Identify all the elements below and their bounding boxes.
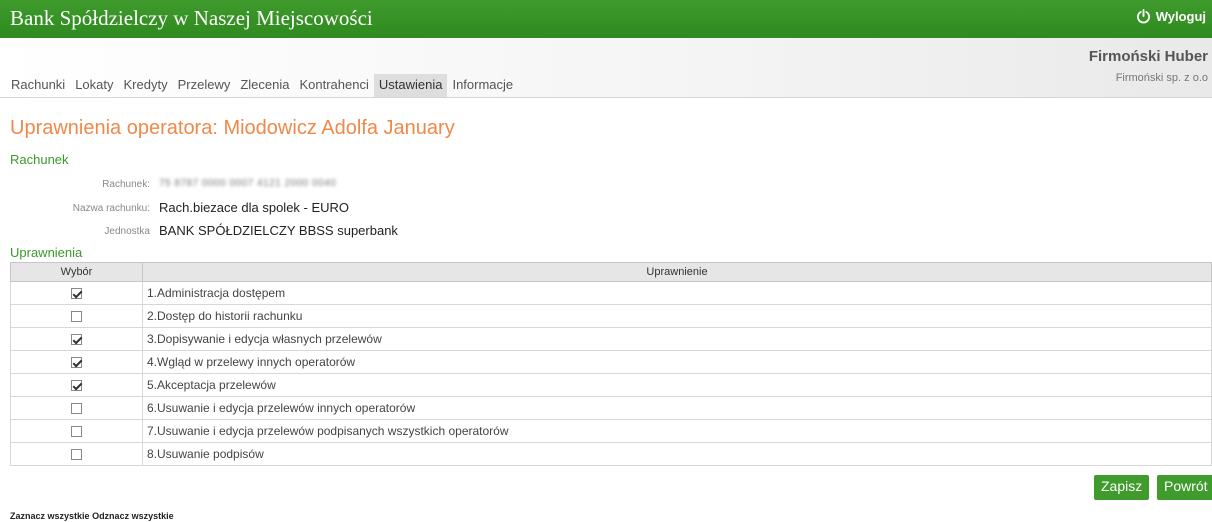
permission-checkbox[interactable] xyxy=(71,288,82,300)
permission-label: 3.Dopisywanie i edycja własnych przelewó… xyxy=(142,327,1212,351)
column-header-permission: Uprawnienie xyxy=(142,262,1212,282)
unit-value: BANK SPÓŁDZIELCZY BBSS superbank xyxy=(159,223,398,238)
table-row: 8.Usuwanie podpisów xyxy=(10,442,1212,466)
logout-label: Wyloguj xyxy=(1155,9,1206,24)
account-name-value: Rach.biezace dla spolek - EURO xyxy=(159,200,350,215)
table-row: 7.Usuwanie i edycja przelewów podpisanyc… xyxy=(10,419,1212,443)
permission-choice-cell xyxy=(10,442,143,466)
permission-choice-cell xyxy=(10,304,143,328)
tab-kontrahenci[interactable]: Kontrahenci xyxy=(294,74,373,97)
tab-ustawienia[interactable]: Ustawienia xyxy=(373,74,448,97)
unit-label: Jednostka xyxy=(104,226,150,237)
tab-zlecenia[interactable]: Zlecenia xyxy=(235,74,294,97)
tab-przelewy[interactable]: Przelewy xyxy=(173,74,236,97)
account-section-heading: Rachunek xyxy=(10,152,69,167)
user-name: Firmoński Huber xyxy=(1088,48,1208,65)
permissions-section-heading: Uprawnienia xyxy=(10,245,83,260)
account-name-label: Nazwa rachunku: xyxy=(72,203,150,214)
account-number-value: 75 8787 0000 0007 4121 2000 0040 xyxy=(159,178,337,189)
tab-informacje[interactable]: Informacje xyxy=(447,74,518,97)
permission-checkbox[interactable] xyxy=(71,311,82,323)
table-row: 5.Akceptacja przelewów xyxy=(10,373,1212,397)
permission-choice-cell xyxy=(10,350,143,374)
tab-kredyty[interactable]: Kredyty xyxy=(119,74,173,97)
back-button[interactable]: Powrót xyxy=(1157,475,1212,500)
tab-lokaty[interactable]: Lokaty xyxy=(70,74,118,97)
permission-label: 6.Usuwanie i edycja przelewów innych ope… xyxy=(142,396,1212,420)
table-row: 3.Dopisywanie i edycja własnych przelewó… xyxy=(10,327,1212,351)
permission-choice-cell xyxy=(10,281,143,305)
bank-name: Bank Spółdzielczy w Naszej Miejscowości xyxy=(10,6,373,30)
permission-label: 7.Usuwanie i edycja przelewów podpisanyc… xyxy=(142,419,1212,443)
column-header-choice: Wybór xyxy=(10,262,143,282)
table-header-row: Wybór Uprawnienie xyxy=(10,262,1212,282)
permission-label: 8.Usuwanie podpisów xyxy=(142,442,1212,466)
permission-choice-cell xyxy=(10,396,143,420)
permission-label: 2.Dostęp do historii rachunku xyxy=(142,304,1212,328)
top-bar: Bank Spółdzielczy w Naszej Miejscowości … xyxy=(0,0,1212,38)
tab-rachunki[interactable]: Rachunki xyxy=(6,74,70,97)
permission-checkbox[interactable] xyxy=(71,334,82,346)
permissions-table: Wybór Uprawnienie 1.Administracja dostęp… xyxy=(10,262,1212,466)
save-button[interactable]: Zapisz xyxy=(1094,475,1150,500)
permission-checkbox[interactable] xyxy=(71,426,82,438)
user-company: Firmoński sp. z o.o xyxy=(1115,72,1208,84)
table-row: 2.Dostęp do historii rachunku xyxy=(10,304,1212,328)
permission-checkbox[interactable] xyxy=(71,403,82,415)
permission-checkbox[interactable] xyxy=(71,449,82,461)
select-all-link[interactable]: Zaznacz wszystkie xyxy=(10,511,90,521)
permission-label: 1.Administracja dostępem xyxy=(142,281,1212,305)
deselect-all-link[interactable]: Odznacz wszystkie xyxy=(92,511,174,521)
permission-choice-cell xyxy=(10,327,143,351)
table-row: 1.Administracja dostępem xyxy=(10,281,1212,305)
main-tabs: Rachunki Lokaty Kredyty Przelewy Zlecenia Kon… xyxy=(6,74,518,97)
permission-checkbox[interactable] xyxy=(71,357,82,369)
permission-label: 5.Akceptacja przelewów xyxy=(142,373,1212,397)
navigation-area: Rachunki Lokaty Kredyty Przelewy Zlecenia Kon… xyxy=(0,38,1212,98)
selection-links: Zaznacz wszystkie Odznacz wszystkie xyxy=(10,511,174,521)
permission-checkbox[interactable] xyxy=(71,380,82,392)
power-icon xyxy=(1136,9,1150,24)
permission-label: 4.Wgląd w przelewy innych operatorów xyxy=(142,350,1212,374)
table-row: 4.Wgląd w przelewy innych operatorów xyxy=(10,350,1212,374)
page-title: Uprawnienia operatora: Miodowicz Adolfa … xyxy=(10,117,455,139)
account-number-label: Rachunek: xyxy=(102,179,150,190)
logout-button[interactable]: Wyloguj xyxy=(1136,9,1206,24)
table-row: 6.Usuwanie i edycja przelewów innych ope… xyxy=(10,396,1212,420)
permission-choice-cell xyxy=(10,419,143,443)
permission-choice-cell xyxy=(10,373,143,397)
